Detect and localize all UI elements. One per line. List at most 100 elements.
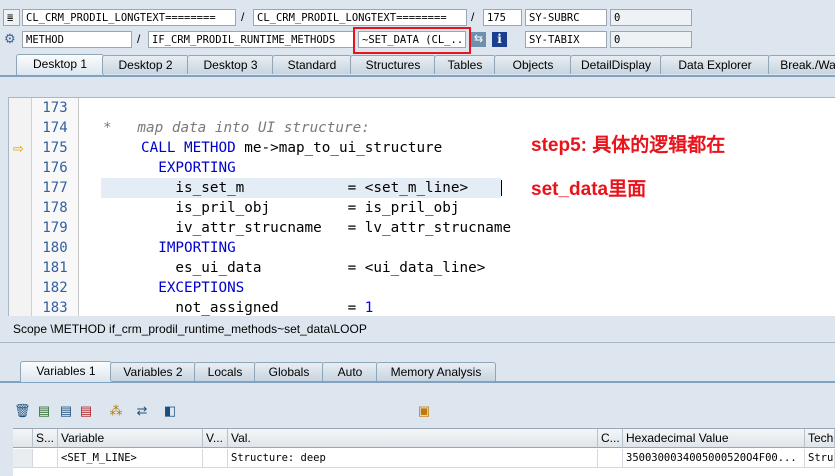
line-number: 182 <box>42 280 68 296</box>
table-cell <box>203 449 228 468</box>
annotation-step5: step5: 具体的逻辑都在 <box>531 135 726 156</box>
code-keyword: EXCEPTIONS <box>141 280 245 296</box>
hierarchy-icon[interactable]: ⁂ <box>108 403 124 419</box>
text-cursor <box>501 180 502 196</box>
insert-row-icon[interactable]: ▤ <box>36 403 52 419</box>
sy-tabix-name-field[interactable]: SY-TABIX <box>525 31 607 48</box>
column-header[interactable]: Hexadecimal Value <box>623 429 805 448</box>
code-text: iv_attr_strucname = lv_attr_strucname <box>141 220 512 236</box>
highlight-box <box>353 27 471 54</box>
line-number: 178 <box>42 200 68 216</box>
line-number: 177 <box>42 180 68 196</box>
table-cell[interactable]: Structure: deep <box>228 449 598 468</box>
column-header[interactable]: Variable <box>58 429 203 448</box>
tab-tables[interactable]: Tables <box>434 55 496 74</box>
sy-tabix-value-field: 0 <box>610 31 692 48</box>
code-text: CALL METHOD me->map_to_ui_structure <box>141 138 442 158</box>
tab-globals[interactable]: Globals <box>254 362 324 381</box>
code-keyword: IMPORTING <box>141 240 236 256</box>
line-number: 173 <box>42 100 68 116</box>
delete-icon[interactable]: 🗑 <box>14 403 31 419</box>
divider <box>0 342 835 343</box>
tab-auto[interactable]: Auto <box>322 362 378 381</box>
code-line: 179 iv_attr_strucname = lv_attr_strucnam… <box>9 218 835 238</box>
program-field[interactable]: CL_CRM_PRODIL_LONGTEXT======== <box>22 9 236 26</box>
code-line: 180 IMPORTING <box>9 238 835 258</box>
tab-breakpoints[interactable]: Break./Wa <box>768 55 835 74</box>
include-field[interactable]: CL_CRM_PRODIL_LONGTEXT======== <box>253 9 467 26</box>
table-cell[interactable]: <SET_M_LINE> <box>58 449 203 468</box>
line-number: 181 <box>42 260 68 276</box>
annotation-set-data: set_data里面 <box>531 179 647 200</box>
tab-memory-analysis[interactable]: Memory Analysis <box>376 362 496 381</box>
tab-desktop-1[interactable]: Desktop 1 <box>16 54 104 75</box>
method-icon: ⚙ <box>4 31 16 46</box>
line-number: 175 <box>42 140 68 156</box>
separator: / <box>471 10 475 24</box>
save-icon[interactable]: ▣ <box>416 403 432 419</box>
code-keyword: EXPORTING <box>141 160 236 176</box>
export-icon[interactable]: ◧ <box>162 403 178 419</box>
tab-locals[interactable]: Locals <box>194 362 256 381</box>
code-line: 181 es_ui_data = <ui_data_line> <box>9 258 835 278</box>
line-number: 174 <box>42 120 68 136</box>
remove-row-icon[interactable]: ▤ <box>78 403 94 419</box>
table-cell <box>598 449 623 468</box>
event-type-field[interactable]: METHOD <box>22 31 132 48</box>
tab-desktop-2[interactable]: Desktop 2 <box>102 55 189 74</box>
line-number: 179 <box>42 220 68 236</box>
desktop-tab-strip: Desktop 1 Desktop 2 Desktop 3 Standard S… <box>0 54 835 77</box>
code-number: 1 <box>364 300 374 316</box>
variables-table[interactable]: S... Variable V... Val. C... Hexadecimal… <box>13 428 835 476</box>
column-header[interactable]: Val. <box>228 429 598 448</box>
navigate-icon[interactable]: ⇆ <box>471 32 486 47</box>
line-number: 176 <box>42 160 68 176</box>
tab-detail-display[interactable]: DetailDisplay <box>570 55 662 74</box>
event-field[interactable]: IF_CRM_PRODIL_RUNTIME_METHODS <box>148 31 355 48</box>
column-header[interactable]: S... <box>33 429 58 448</box>
code-line: 173 <box>9 98 835 118</box>
column-header[interactable]: V... <box>203 429 228 448</box>
code-line: 178 is_pril_obj = is_pril_obj <box>9 198 835 218</box>
code-editor[interactable]: ⇨ 173 174 * map data into UI structure: 1… <box>8 97 835 316</box>
code-comment: * map data into UI structure: <box>103 120 370 136</box>
variables-tab-strip: Variables 1 Variables 2 Locals Globals A… <box>0 361 835 383</box>
line-number: 183 <box>42 300 68 316</box>
navigate-icon[interactable]: ⇄ <box>134 403 150 419</box>
program-icon: ≣ <box>3 9 20 26</box>
column-header <box>13 429 33 448</box>
sy-subrc-value-field: 0 <box>610 9 692 26</box>
table-cell <box>33 449 58 468</box>
tab-desktop-3[interactable]: Desktop 3 <box>187 55 274 74</box>
column-header[interactable]: C... <box>598 429 623 448</box>
code-line: 177 is_set_m = <set_m_line> <box>9 178 835 198</box>
tab-data-explorer[interactable]: Data Explorer <box>660 55 770 74</box>
code-text: is_set_m = <set_m_line> <box>141 180 469 196</box>
column-header[interactable]: Tech <box>805 429 835 448</box>
info-icon[interactable]: i <box>492 32 507 47</box>
tab-variables-1[interactable]: Variables 1 <box>20 361 112 382</box>
list-icon[interactable]: ▤ <box>58 403 74 419</box>
separator: / <box>137 32 141 46</box>
code-text: is_pril_obj = is_pril_obj <box>141 200 460 216</box>
code-line: 183 not_assigned = 1 <box>9 298 835 316</box>
code-keyword: CALL METHOD <box>141 140 236 156</box>
code-line: 176 EXPORTING <box>9 158 835 178</box>
code-rest: me->map_to_ui_structure <box>235 140 443 156</box>
code-rest: not_assigned = <box>141 300 365 316</box>
code-text: not_assigned = 1 <box>141 298 373 316</box>
code-line: 182 EXCEPTIONS <box>9 278 835 298</box>
tab-objects[interactable]: Objects <box>494 55 572 74</box>
scope-bar: Scope \METHOD if_crm_prodil_runtime_meth… <box>0 318 835 342</box>
row-selector[interactable] <box>13 449 33 468</box>
tab-standard[interactable]: Standard <box>272 55 352 74</box>
table-cell: Struc <box>805 449 835 468</box>
tab-variables-2[interactable]: Variables 2 <box>110 362 196 381</box>
line-number-field[interactable]: 175 <box>483 9 522 26</box>
separator: / <box>241 10 245 24</box>
tab-structures[interactable]: Structures <box>350 55 436 74</box>
table-cell: 3500300034005000520O4F00... <box>623 449 805 468</box>
sy-subrc-name-field[interactable]: SY-SUBRC <box>525 9 607 26</box>
code-text: es_ui_data = <ui_data_line> <box>141 260 486 276</box>
line-number: 180 <box>42 240 68 256</box>
